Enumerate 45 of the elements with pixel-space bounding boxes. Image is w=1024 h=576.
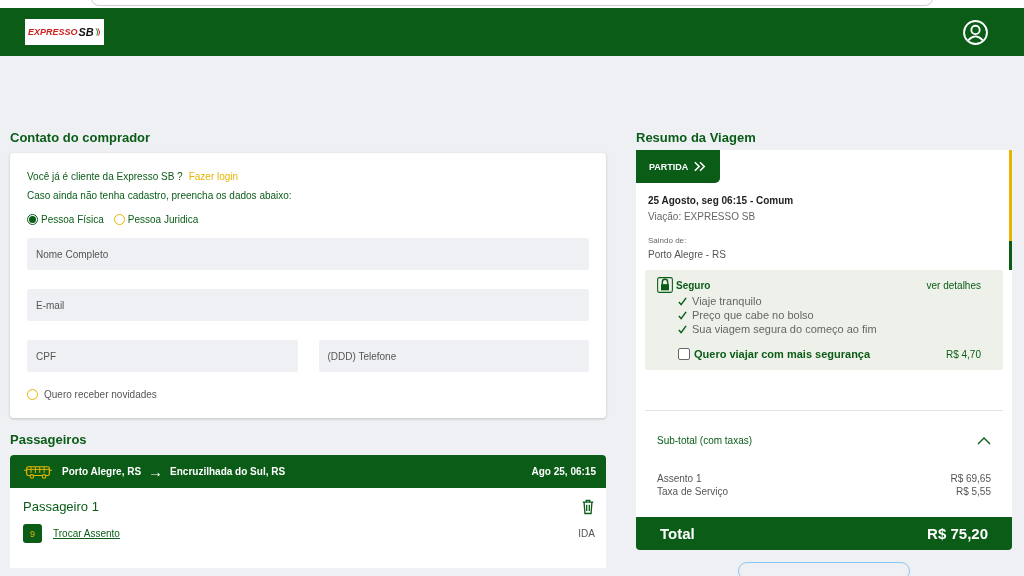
section-title: Passageiros — [10, 432, 88, 448]
destination-text: Encruzilhada do Sul, RS — [170, 466, 286, 477]
section-title: Resumo da Viagem — [636, 130, 757, 146]
benefit-text: Sua viagem segura do começo ao fim — [692, 323, 877, 335]
logo[interactable]: EXPRESSOSB — [25, 19, 104, 45]
insurance-title: Seguro — [676, 279, 711, 291]
hint-text: Caso ainda não tenha cadastro, preencha os dados abaixo: — [27, 190, 293, 201]
seat-number: 9 — [23, 524, 42, 543]
departure-date: Ago 25, 06:15 — [531, 466, 596, 477]
departure-badge: PARTIDA — [636, 150, 720, 183]
origin-text: Porto Alegre, RS — [62, 466, 142, 477]
insurance-price: R$ 4,70 — [945, 348, 981, 360]
change-seat-link[interactable]: Trocar Assento — [53, 528, 120, 539]
cpf-field[interactable]: CPF — [27, 340, 298, 372]
company-text: Viação: EXPRESSO SB — [648, 211, 757, 222]
benefit-text: Preço que cabe no bolso — [692, 309, 814, 321]
question-text: Você já é cliente da Expresso SB ? — [27, 171, 183, 182]
total-label: Total — [660, 525, 695, 542]
user-icon[interactable] — [963, 19, 988, 45]
origin-label: Saindo de: — [648, 236, 688, 245]
arrow-text: → — [148, 464, 164, 479]
fee-label: Taxa de Serviço — [657, 486, 729, 497]
fee-label: Assento 1 — [657, 473, 702, 484]
person-type-radio[interactable]: Pessoa Física — [27, 214, 104, 225]
phone-field[interactable]: (DDD) Telefone — [318, 340, 589, 372]
fee-value: R$ 5,55 — [955, 486, 991, 497]
details-link[interactable]: ver detalhes — [926, 279, 981, 291]
caret-icon[interactable] — [977, 436, 991, 445]
email-field[interactable]: E-mail — [27, 289, 589, 321]
person-type-radio[interactable]: Pessoa Juridica — [113, 214, 199, 225]
lock-icon — [657, 277, 673, 293]
passenger-name: Passageiro 1 — [23, 499, 99, 514]
section-title: Contato do comprador — [10, 130, 152, 146]
bus-icon — [24, 463, 52, 480]
trash-icon[interactable] — [581, 498, 595, 515]
newsletter-checkbox[interactable]: Quero receber novidades — [27, 389, 589, 400]
fee-value: R$ 69,65 — [950, 473, 991, 484]
trip-date: 25 Agosto, seg 06:15 - Comum — [648, 195, 795, 206]
origin-city: Porto Alegre - RS — [648, 249, 727, 260]
benefit-text: Viaje tranquilo — [692, 295, 762, 307]
insurance-checkbox[interactable]: Quero viajar com mais segurança — [678, 348, 871, 360]
name-field[interactable]: Nome Completo — [27, 238, 589, 270]
direction-text: IDA — [578, 528, 595, 539]
total-value: R$ 75,20 — [927, 525, 988, 542]
subtotal-label: Sub-total (com taxas) — [657, 435, 753, 446]
